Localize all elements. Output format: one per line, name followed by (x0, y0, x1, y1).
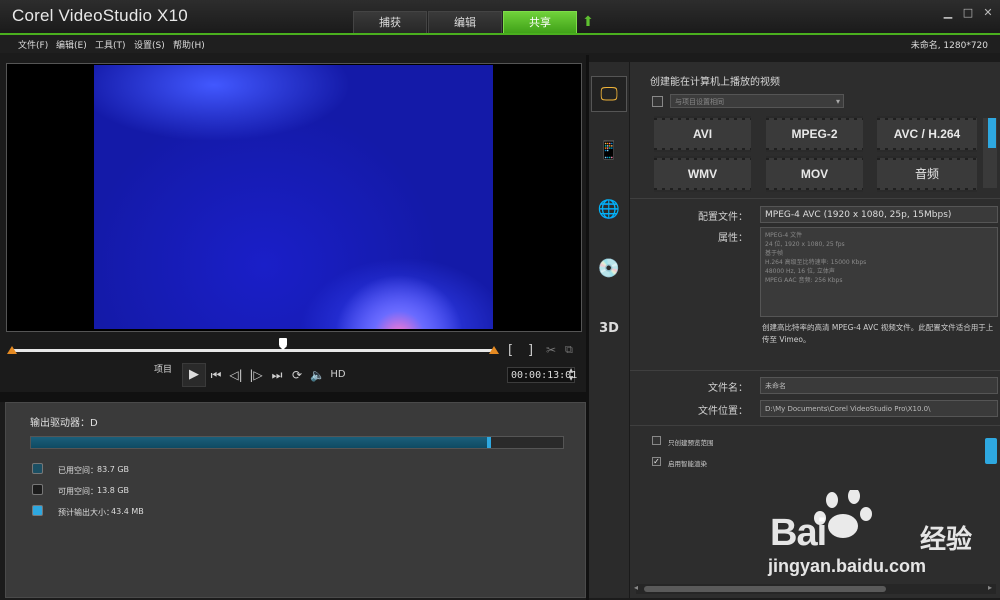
go-start-icon[interactable]: ⏮ (209, 366, 223, 384)
smart-render-checkbox[interactable]: ✓ (652, 457, 661, 466)
scroll-right-icon[interactable]: ▸ (988, 583, 992, 592)
share-heading: 创建能在计算机上播放的视频 (650, 77, 780, 88)
panel-divider (0, 392, 586, 402)
separator (630, 425, 1000, 426)
legend-output-label: 预计输出大小： (58, 508, 114, 517)
watermark-brand: Bai (770, 512, 827, 554)
trim-end-marker[interactable] (489, 346, 499, 354)
menu-help[interactable]: 帮助(H) (173, 38, 205, 51)
mark-in-button[interactable]: [ (508, 343, 513, 358)
next-frame-icon[interactable]: |▷ (249, 366, 263, 384)
filepath-input[interactable]: D:\My Documents\Corel VideoStudio Pro\X1… (760, 400, 998, 417)
menu-tools[interactable]: 工具(T) (95, 38, 126, 51)
property-line: H.264 高级至比特速率: 15000 Kbps (765, 259, 867, 266)
format-audio[interactable]: 音频 (877, 156, 977, 192)
legend-output-value: 43.4 MB (111, 507, 144, 516)
timecode-field[interactable]: 00:00:13:01 (507, 367, 577, 383)
mark-out-button[interactable]: ] (528, 343, 533, 358)
tab-capture[interactable]: 捕获 (353, 11, 427, 34)
scrub-bar[interactable] (12, 349, 494, 352)
legend-free-label: 可用空间： (58, 487, 98, 496)
legend-used-label: 已用空间： (58, 466, 98, 475)
format-mpeg2[interactable]: MPEG-2 (766, 116, 863, 152)
app-title: Corel VideoStudio X10 (12, 6, 188, 25)
profile-dropdown[interactable]: MPEG-4 AVC (1920 x 1080, 25p, 15Mbps) (760, 206, 998, 223)
video-frame (94, 65, 493, 329)
properties-label: 属性： (718, 233, 748, 244)
repeat-icon[interactable]: ⟳ (290, 366, 304, 384)
watermark-url: jingyan.baidu.com (768, 556, 927, 576)
watermark-brand-cn: 经验 (920, 525, 973, 555)
format-mov[interactable]: MOV (766, 156, 863, 192)
drive-panel (5, 402, 586, 598)
filename-label: 文件名： (708, 383, 748, 394)
filepath-label: 文件位置： (698, 406, 748, 417)
filename-input[interactable]: 未命名 (760, 377, 998, 394)
preset-dropdown[interactable]: 与项目设置相同 (670, 94, 844, 109)
enlarge-icon[interactable]: ⧉ (565, 343, 573, 357)
format-avi[interactable]: AVI (654, 116, 751, 152)
minimize-button[interactable]: ▁ (940, 6, 956, 20)
start-button[interactable] (985, 438, 997, 464)
preset-checkbox[interactable] (652, 96, 663, 107)
project-info: 未命名, 1280*720 (910, 41, 988, 51)
hd-toggle[interactable]: HD (329, 366, 347, 384)
output-drive-label: 输出驱动器：D (30, 418, 98, 429)
web-globe-icon[interactable]: 🌐 (591, 192, 627, 228)
tab-edit[interactable]: 编辑 (428, 11, 502, 34)
drive-used-fill (31, 437, 489, 448)
scrub-handle[interactable] (279, 338, 287, 350)
go-end-icon[interactable]: ⏭ (270, 366, 284, 384)
legend-swatch-output (32, 505, 43, 516)
scrollbar-thumb[interactable] (644, 586, 886, 592)
project-label[interactable]: 项目 (154, 362, 172, 375)
separator (630, 198, 1000, 199)
preview-range-checkbox[interactable] (652, 436, 661, 445)
trim-start-marker[interactable] (7, 346, 17, 354)
volume-icon[interactable]: 🔈 (310, 366, 325, 384)
property-line: 基于帧 (765, 250, 784, 257)
legend-swatch-used (32, 463, 43, 474)
tab-share[interactable]: 共享 (503, 11, 577, 34)
menu-file[interactable]: 文件(F) (18, 38, 48, 51)
menu-settings[interactable]: 设置(S) (134, 38, 165, 51)
play-button[interactable]: ▶ (182, 363, 206, 387)
smart-render-label: 启用智能渲染 (668, 460, 707, 468)
format-wmv[interactable]: WMV (654, 156, 751, 192)
upload-arrow-icon[interactable]: ⬆ (580, 13, 596, 31)
format-scroll-thumb[interactable] (988, 118, 996, 148)
close-button[interactable]: ✕ (980, 6, 996, 20)
3d-icon[interactable]: 3D (591, 311, 627, 347)
legend-swatch-free (32, 484, 43, 495)
separator (630, 370, 1000, 371)
property-line: 48000 Hz, 16 位, 立体声 (765, 268, 835, 275)
properties-box: MPEG-4 文件 24 位, 1920 x 1080, 25 fps 基于帧 … (760, 227, 998, 317)
timecode-spinner[interactable]: ▲ ▼ (567, 367, 575, 383)
property-line: MPEG-4 文件 (765, 232, 803, 239)
preview-range-label: 只创建预览范围 (668, 439, 714, 447)
profile-description: 创建高比特率的高清 MPEG-4 AVC 视频文件。此配置文件适合用于上传至 V… (762, 323, 994, 344)
profile-label: 配置文件： (698, 212, 748, 223)
property-line: 24 位, 1920 x 1080, 25 fps (765, 241, 845, 248)
maximize-button[interactable]: □ (960, 6, 976, 20)
disc-icon[interactable]: 💿 (591, 251, 627, 287)
legend-free-value: 13.8 GB (97, 486, 130, 495)
prev-frame-icon[interactable]: ◁| (229, 366, 243, 384)
scroll-left-icon[interactable]: ◂ (634, 583, 638, 592)
format-avc-h264[interactable]: AVC / H.264 (877, 116, 977, 152)
menu-edit[interactable]: 编辑(E) (56, 38, 87, 51)
drive-output-marker (487, 437, 491, 448)
legend-used-value: 83.7 GB (97, 465, 130, 474)
scissors-icon[interactable]: ✂ (546, 343, 556, 357)
property-line: MPEG AAC 音频: 256 Kbps (765, 277, 843, 284)
device-icon[interactable]: 📱 (591, 133, 627, 169)
computer-icon[interactable]: 🖵 (591, 76, 627, 112)
